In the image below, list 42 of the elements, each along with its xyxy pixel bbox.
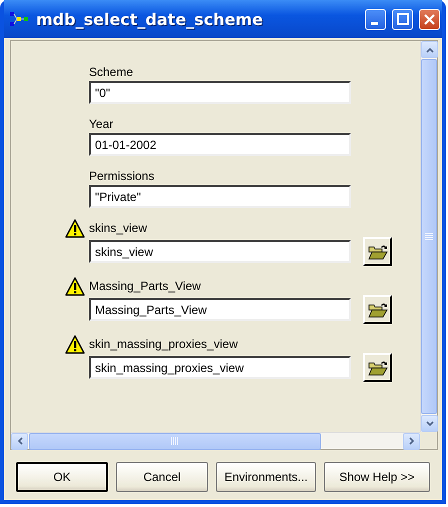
scroll-up-button[interactable] [421, 41, 438, 58]
browse-button[interactable] [363, 237, 392, 266]
input-field[interactable]: "0" [89, 81, 351, 104]
scrollbar-thumb[interactable] [29, 432, 321, 450]
dialog-button[interactable]: OK [16, 462, 108, 492]
scrollbar-thumb[interactable] [421, 59, 437, 414]
dialog-button[interactable]: Show Help >> [324, 462, 430, 492]
field-label: skin_massing_proxies_view [89, 337, 239, 353]
dialog-button[interactable]: Environments... [216, 462, 316, 492]
folder-icon [368, 360, 388, 376]
field-label: Scheme [89, 65, 134, 79]
input-field[interactable]: Massing_Parts_View [89, 298, 351, 321]
input-field[interactable]: 01-01-2002 [89, 133, 351, 156]
chevron-left-icon [16, 437, 22, 445]
folder-icon [368, 244, 388, 260]
input-field[interactable]: skins_view [89, 240, 351, 263]
scroll-right-button[interactable] [403, 432, 420, 450]
field-label: Year [89, 117, 114, 131]
scroll-down-button[interactable] [421, 415, 438, 432]
folder-icon [368, 302, 388, 318]
browse-button[interactable] [363, 295, 392, 324]
chevron-up-icon [426, 46, 434, 52]
chevron-right-icon [408, 437, 414, 445]
browse-button[interactable] [363, 353, 392, 382]
minimize-button[interactable] [365, 8, 386, 30]
scroll-left-button[interactable] [11, 432, 28, 450]
close-button[interactable] [419, 8, 440, 30]
input-field[interactable]: "Private" [89, 185, 351, 208]
field-label: skins_view [89, 221, 148, 237]
field-label: Permissions [89, 169, 156, 183]
field-label: Massing_Parts_View [89, 279, 202, 295]
maximize-button[interactable] [392, 8, 413, 30]
dialog-button[interactable]: Cancel [116, 462, 208, 492]
minimize-icon [370, 22, 378, 24]
window-title: mdb_select_date_scheme [36, 10, 264, 28]
close-icon [424, 14, 435, 24]
grip-icon [425, 232, 433, 240]
input-field[interactable]: skin_massing_proxies_view [89, 356, 351, 379]
maximize-icon [396, 13, 408, 25]
grip-icon [171, 437, 179, 445]
chevron-down-icon [426, 420, 434, 426]
model-icon [10, 12, 30, 26]
